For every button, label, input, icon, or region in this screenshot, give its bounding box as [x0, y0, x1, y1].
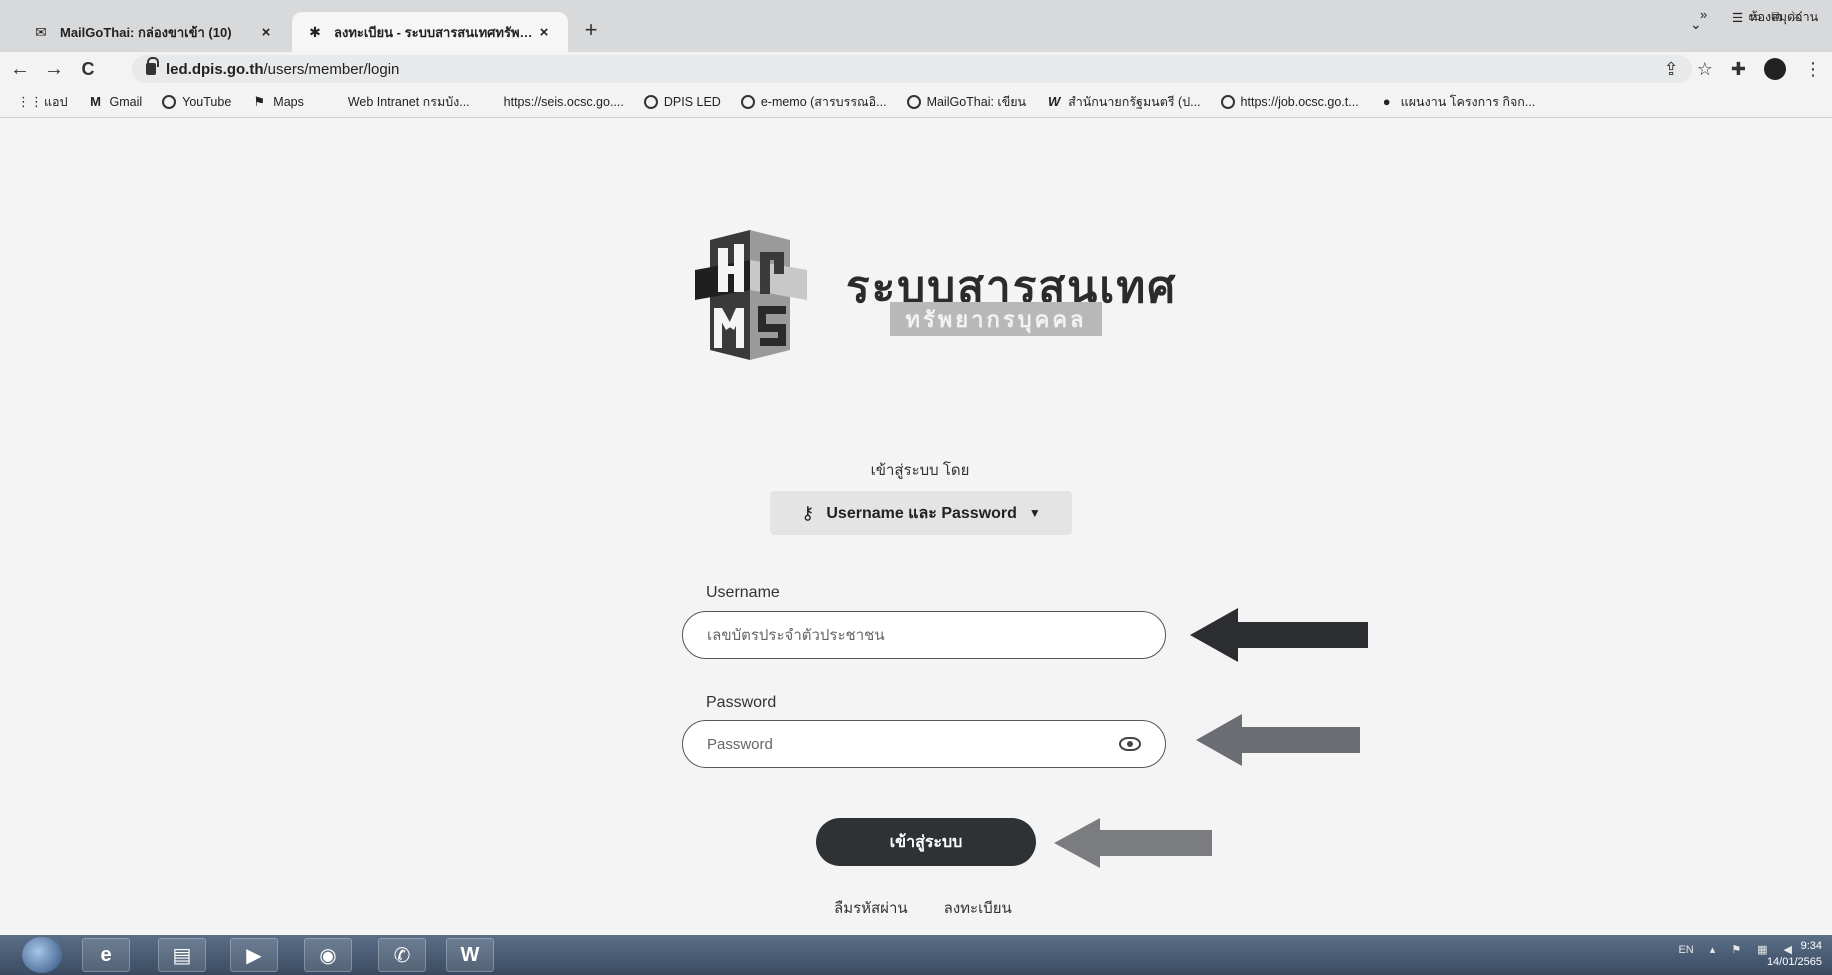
signin-method-caption: เข้าสู่ระบบ โดย	[870, 462, 970, 479]
ie-icon[interactable]: e	[82, 938, 130, 972]
extensions-icon[interactable]: ✚	[1731, 59, 1746, 80]
gmail-icon: M	[90, 94, 101, 109]
bookmark-youtube[interactable]: YouTube	[162, 94, 231, 109]
show-password-eye-icon[interactable]	[1119, 737, 1141, 751]
url-text: led.dpis.go.th/users/member/login	[166, 60, 400, 78]
bookmark-dpis-led[interactable]: DPIS LED	[643, 94, 721, 109]
apps-icon: ⋮⋮	[17, 93, 43, 109]
bookmark-maps[interactable]: ⚑ Maps	[251, 93, 303, 110]
new-tab-button[interactable]: +	[578, 18, 604, 44]
bookmarks-overflow-button[interactable]: »	[1700, 7, 1707, 22]
key-icon: ⚷	[801, 502, 815, 523]
password-input[interactable]	[707, 735, 1119, 753]
tab-mailgothai[interactable]: ✉ MailGoThai: กล่องขาเข้า (10) ×	[18, 12, 290, 52]
os-taskbar: e ▤ ▶ ◉ ✆ W EN ▴ ⚑ ▦ ◀ 9:34 14/01/2565	[0, 935, 1832, 975]
globe-icon	[162, 94, 177, 109]
bookmark-plan[interactable]: ● แผนงาน โครงการ กิจก...	[1379, 92, 1536, 112]
login-method-label: Username และ Password	[826, 504, 1017, 522]
reading-list-button[interactable]: ☰ ห้องสมุดอ่าน	[1732, 7, 1818, 27]
profile-avatar[interactable]	[1764, 58, 1786, 80]
annotation-arrow-icon	[1054, 818, 1212, 868]
menu-icon[interactable]: ⋮	[1804, 59, 1822, 80]
bookmark-star-icon[interactable]: ☆	[1697, 59, 1713, 80]
tab-label: MailGoThai: กล่องขาเข้า (10)	[60, 24, 232, 40]
toolbar-actions: ⇪ ☆ ✚ ⋮	[1664, 54, 1822, 84]
username-input[interactable]	[707, 626, 1141, 644]
password-label: Password	[706, 694, 777, 711]
hrms-logo	[695, 230, 807, 360]
annotation-arrow-icon	[1190, 608, 1368, 662]
bookmarks-bar: ⋮⋮ แอป M Gmail YouTube ⚑ Maps Web Intranet …	[0, 86, 1832, 118]
username-label: Username	[706, 584, 780, 601]
clock-time: 9:34	[1800, 940, 1822, 952]
tab-register[interactable]: ✱ ลงทะเบียน - ระบบสารสนเทศทรัพยากร ×	[292, 12, 568, 52]
reload-button[interactable]: C	[74, 55, 102, 83]
globe-icon	[906, 94, 921, 109]
auth-links: ลืมรหัสผ่าน ลงทะเบียน	[834, 896, 1012, 920]
forgot-password-link[interactable]: ลืมรหัสผ่าน	[834, 896, 908, 920]
language-indicator[interactable]: EN	[1678, 944, 1693, 956]
clock-date: 14/01/2565	[1766, 956, 1822, 968]
bookmark-gmail[interactable]: M Gmail	[88, 94, 142, 110]
clock[interactable]: 9:34 14/01/2565	[1767, 938, 1822, 970]
login-button[interactable]: เข้าสู่ระบบ	[816, 818, 1036, 866]
bookmark-web-intranet[interactable]: Web Intranet กรมบัง...	[348, 92, 470, 112]
globe-icon	[1220, 94, 1235, 109]
file-explorer-icon[interactable]: ▤	[158, 938, 206, 972]
globe-icon	[643, 94, 658, 109]
address-bar[interactable]: led.dpis.go.th/users/member/login	[132, 55, 1692, 83]
close-tab-icon[interactable]: ×	[256, 24, 276, 41]
close-tab-icon[interactable]: ×	[534, 24, 554, 41]
brand-subtitle: ทรัพยากรบุคคล	[890, 302, 1102, 336]
dot-icon: ●	[1382, 94, 1391, 109]
media-player-icon[interactable]: ▶	[230, 938, 278, 972]
maps-icon: ⚑	[253, 93, 266, 109]
bookmark-seis-ocsc[interactable]: https://seis.ocsc.go....	[504, 95, 624, 109]
username-field[interactable]	[682, 611, 1166, 659]
mail-icon: ✉	[35, 23, 47, 40]
chevron-down-icon: ▼	[1028, 506, 1041, 520]
register-link[interactable]: ลงทะเบียน	[944, 896, 1012, 920]
login-method-dropdown[interactable]: ⚷ Username และ Password ▼	[770, 491, 1072, 535]
bookmark-e-memo[interactable]: e-memo (สารบรรณอิ...	[740, 92, 887, 112]
bookmark-mailgothai-write[interactable]: MailGoThai: เขียน	[906, 92, 1026, 112]
reading-list-icon: ☰	[1732, 10, 1744, 25]
annotation-arrow-icon	[1196, 714, 1360, 766]
tab-label: ลงทะเบียน - ระบบสารสนเทศทรัพยากร	[334, 24, 534, 40]
bookmark-job-ocsc[interactable]: https://job.ocsc.go.t...	[1220, 94, 1359, 109]
start-button[interactable]	[22, 937, 62, 973]
tab-strip: ✉ MailGoThai: กล่องขาเข้า (10) × ✱ ลงทะเ…	[0, 0, 1832, 52]
tray-expand-icon[interactable]: ▴	[1710, 943, 1716, 956]
chrome-icon[interactable]: ◉	[304, 938, 352, 972]
hrms-icon: ✱	[309, 23, 321, 40]
share-icon[interactable]: ⇪	[1664, 59, 1679, 80]
browser-toolbar: ← → C led.dpis.go.th/users/member/login …	[0, 52, 1832, 86]
password-field[interactable]	[682, 720, 1166, 768]
line-icon[interactable]: ✆	[378, 938, 426, 972]
bookmark-apps[interactable]: ⋮⋮ แอป	[17, 92, 68, 112]
back-button[interactable]: ←	[6, 55, 34, 83]
globe-icon	[740, 94, 755, 109]
lock-icon	[146, 57, 159, 75]
word-icon[interactable]: W	[446, 938, 494, 972]
login-page: ระบบสารสนเทศ ทรัพยากรบุคคล เข้าสู่ระบบ โ…	[0, 118, 1832, 935]
forward-button[interactable]: →	[40, 55, 68, 83]
wiki-icon: W	[1047, 94, 1061, 109]
bookmark-wiki[interactable]: W สำนักนายกรัฐมนตรี (ป...	[1046, 92, 1201, 112]
flag-icon[interactable]: ⚑	[1731, 943, 1741, 956]
